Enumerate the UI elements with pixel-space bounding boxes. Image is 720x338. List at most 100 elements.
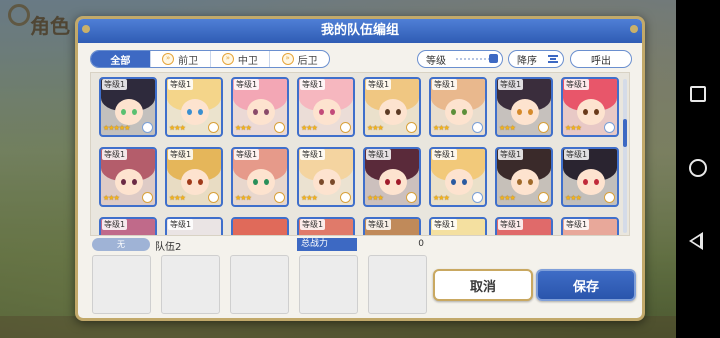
character-card[interactable]: 等级1 ★★★	[231, 77, 289, 137]
total-power-label: 总战力	[297, 238, 357, 251]
character-card[interactable]: 等级1 ★★★	[165, 147, 223, 207]
star-rating: ★★★	[235, 194, 252, 202]
character-eye	[264, 179, 269, 185]
team-status-badge: 无	[92, 238, 150, 251]
character-card[interactable]	[231, 217, 289, 235]
character-eye	[528, 179, 533, 185]
team-slot-5[interactable]	[368, 255, 427, 314]
back-triangle-icon[interactable]	[689, 232, 703, 250]
character-level: 等级1	[102, 149, 128, 160]
front-position-icon: »	[162, 53, 175, 65]
character-level: 等级1	[300, 79, 326, 90]
character-eye	[132, 109, 137, 115]
character-card[interactable]: 等级1 ★★★	[99, 147, 157, 207]
character-card[interactable]: 等级1 ★★★	[165, 77, 223, 137]
character-eye	[264, 109, 269, 115]
rank-badge-icon	[604, 192, 615, 203]
character-card[interactable]: 等级1 ★★★	[429, 77, 487, 137]
rank-badge-icon	[604, 122, 615, 133]
character-card[interactable]: 等级1 ★★★	[297, 77, 355, 137]
character-eye	[385, 109, 390, 115]
star-rating: ★★★	[301, 124, 318, 132]
character-eye	[319, 109, 324, 115]
rank-badge-icon	[406, 122, 417, 133]
character-eye	[253, 109, 258, 115]
character-level: 等级1	[234, 79, 260, 90]
character-card[interactable]: 等级1	[165, 217, 223, 235]
star-rating: ★★★	[433, 124, 450, 132]
character-face	[379, 169, 407, 195]
character-level: 等级1	[564, 79, 590, 90]
dialog-title: 我的队伍编组	[78, 19, 642, 43]
background-title: 角色	[30, 14, 70, 38]
character-face	[577, 169, 605, 195]
star-rating: ★★★	[169, 124, 186, 132]
tab-middle[interactable]: » 中卫	[211, 51, 271, 67]
home-icon[interactable]	[689, 159, 707, 177]
character-level: 等级1	[300, 219, 326, 230]
sort-order-label: 降序	[517, 55, 537, 67]
character-grid: 等级1 ★★★★★ 等级1 ★★★ 等级1 ★★★ 等级1 ★★★ 等级1 ★★★ 等级1 ★★★ 等级…	[99, 77, 619, 235]
character-card[interactable]: 等级1 ★★★	[561, 77, 619, 137]
character-card[interactable]: 等级1 ★★★	[429, 147, 487, 207]
character-card[interactable]: 等级1 ★★★	[495, 147, 553, 207]
character-face	[379, 99, 407, 125]
character-level: 等级1	[168, 149, 194, 160]
scrollbar-thumb[interactable]	[623, 119, 627, 147]
team-name: 队伍2	[155, 242, 182, 253]
star-rating: ★★★★★	[103, 124, 130, 132]
team-slot-3[interactable]	[230, 255, 289, 314]
team-info-bar: 无 队伍2 总战力 0	[90, 238, 430, 253]
character-card[interactable]: 等级1	[363, 217, 421, 235]
character-card[interactable]: 等级1	[297, 217, 355, 235]
rank-badge-icon	[538, 122, 549, 133]
toggle-indicator-icon	[489, 54, 498, 63]
character-eye	[385, 179, 390, 185]
rank-badge-icon	[472, 192, 483, 203]
character-card[interactable]: 等级1 ★★★	[231, 147, 289, 207]
character-card[interactable]: 等级1 ★★★	[297, 147, 355, 207]
character-eye	[594, 109, 599, 115]
grid-scrollbar[interactable]	[623, 79, 627, 233]
character-card[interactable]: 等级1	[429, 217, 487, 235]
character-card[interactable]: 等级1	[495, 217, 553, 235]
tab-all[interactable]: 全部	[91, 51, 151, 67]
star-rating: ★★★	[367, 194, 384, 202]
character-level: 等级1	[498, 219, 524, 230]
character-face	[313, 169, 341, 195]
star-rating: ★★★	[565, 124, 582, 132]
rank-badge-icon	[406, 192, 417, 203]
position-filter-tabs: 全部 » 前卫 » 中卫 » 后卫	[90, 50, 330, 68]
recent-apps-icon[interactable]	[690, 86, 706, 102]
call-button[interactable]: 呼出	[570, 50, 632, 68]
character-level: 等级1	[498, 79, 524, 90]
team-slot-2[interactable]	[161, 255, 220, 314]
character-eye	[198, 109, 203, 115]
character-level: 等级1	[564, 149, 590, 160]
sort-field-label: 等级	[426, 55, 446, 67]
team-slot-4[interactable]	[299, 255, 358, 314]
tab-rear[interactable]: » 后卫	[270, 51, 329, 67]
character-face	[115, 169, 143, 195]
character-level: 等级1	[564, 219, 590, 230]
rank-badge-icon	[340, 192, 351, 203]
character-eye	[121, 179, 126, 185]
save-button[interactable]: 保存	[536, 269, 636, 301]
character-card[interactable]: 等级1 ★★★	[363, 147, 421, 207]
character-card[interactable]: 等级1 ★★★	[495, 77, 553, 137]
sort-order-button[interactable]: 降序	[508, 50, 564, 68]
character-level: 等级1	[432, 149, 458, 160]
character-eye	[319, 179, 324, 185]
tab-front[interactable]: » 前卫	[151, 51, 211, 67]
rank-badge-icon	[142, 192, 153, 203]
sort-field-toggle[interactable]: 等级	[417, 50, 503, 68]
cancel-button[interactable]: 取消	[433, 269, 533, 301]
character-card[interactable]: 等级1 ★★★	[561, 147, 619, 207]
star-rating: ★★★	[301, 194, 318, 202]
character-card[interactable]: 等级1	[99, 217, 157, 235]
team-slot-1[interactable]	[92, 255, 151, 314]
character-card[interactable]: 等级1 ★★★★★	[99, 77, 157, 137]
call-label: 呼出	[591, 55, 611, 67]
character-card[interactable]: 等级1	[561, 217, 619, 235]
character-card[interactable]: 等级1 ★★★	[363, 77, 421, 137]
